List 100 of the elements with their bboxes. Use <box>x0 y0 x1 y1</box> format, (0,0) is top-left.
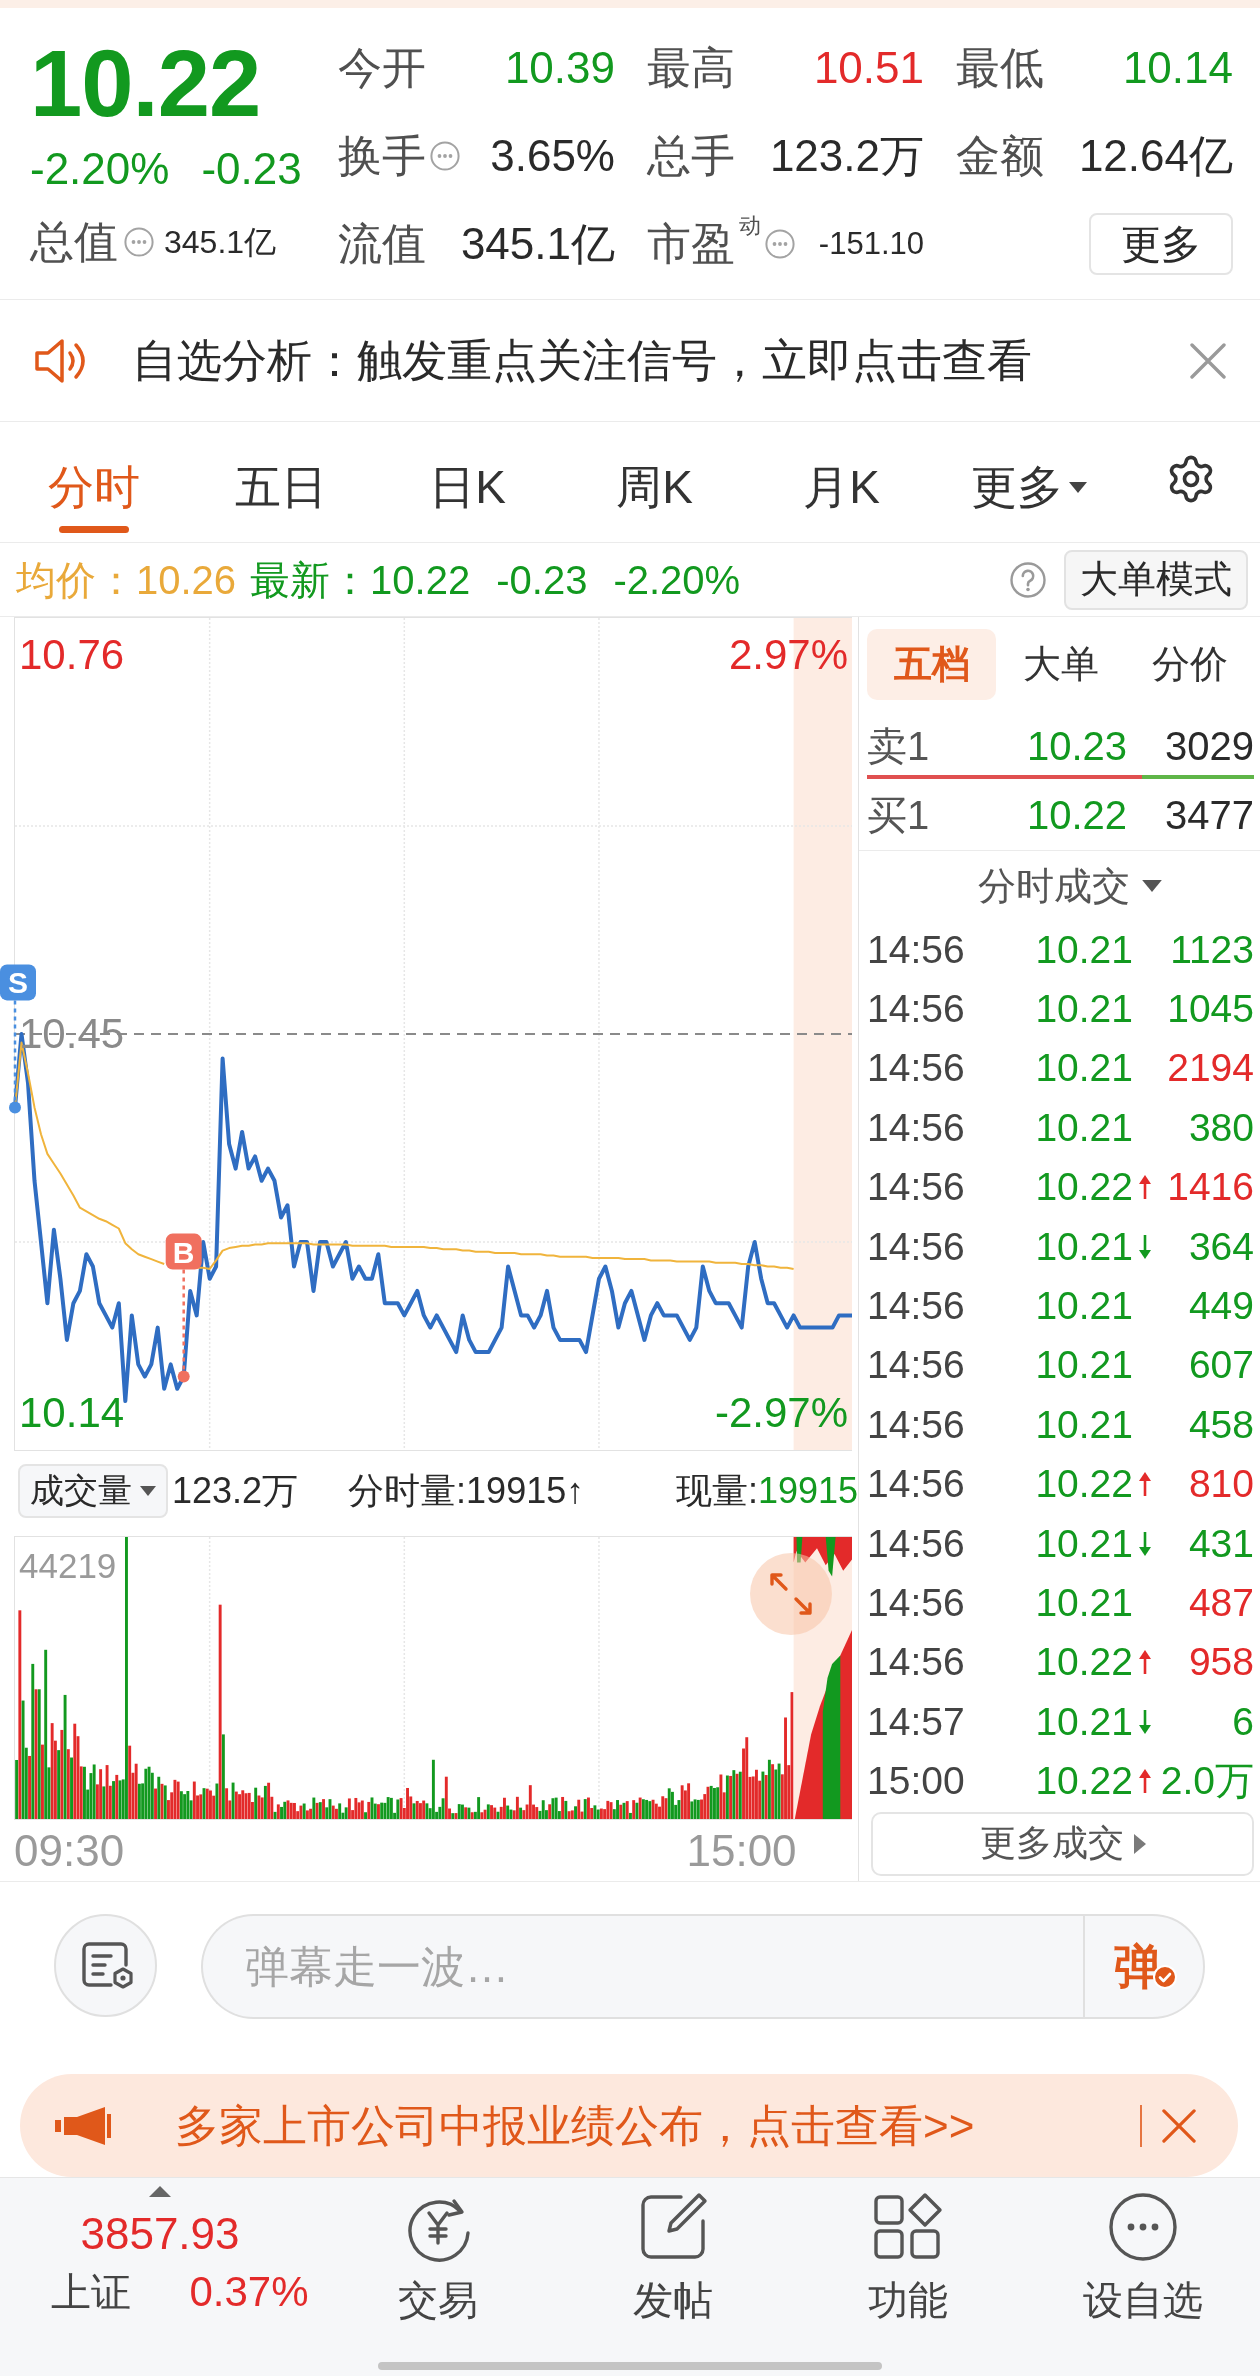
percent-axis-label: 2.97% <box>728 633 848 676</box>
trade-time: 14:56 <box>867 1521 966 1566</box>
expand-icon[interactable] <box>750 1553 832 1635</box>
quote-text: 最新：10.22 <box>250 556 471 603</box>
trade-price: 10.21 <box>1035 1224 1133 1269</box>
trade-price: 10.21 <box>1035 987 1133 1032</box>
nav-item[interactable]: 发帖 <box>632 2191 713 2323</box>
stat-label: 最低 <box>956 43 1044 93</box>
trade-price: 10.21 <box>1035 1581 1133 1625</box>
percent-axis-label: -2.97% <box>714 1392 848 1435</box>
trade-time: 15:00 <box>867 1759 966 1804</box>
trade-volume: 1123 <box>1170 927 1254 972</box>
trade-price: 10.21 <box>1035 1105 1133 1150</box>
time-axis-label: 15:00 <box>686 1827 797 1875</box>
trade-time: 14:56 <box>867 1105 966 1150</box>
volume-selector[interactable]: 成交量 <box>18 1463 168 1518</box>
trade-time: 14:56 <box>867 927 966 972</box>
ellipsis-circle-icon[interactable] <box>430 141 460 171</box>
price-axis-label: 10.45 <box>19 1013 125 1055</box>
trade-volume: 1416 <box>1167 1165 1254 1210</box>
trade-price: 10.22 <box>1035 1759 1133 1804</box>
index-name[interactable]: 上证 <box>51 2269 132 2315</box>
trade-price: 10.21 <box>1035 927 1133 972</box>
ellipsis-circle-icon[interactable] <box>765 229 795 259</box>
close-icon[interactable] <box>1190 342 1226 379</box>
trade-price: 10.22 <box>1035 1640 1133 1685</box>
order-book-tab[interactable]: 大单 <box>996 629 1125 700</box>
stat-label: 总手 <box>647 131 735 181</box>
trades-dropdown[interactable]: 分时成交 <box>977 863 1162 908</box>
document-gear-icon <box>80 1940 135 1991</box>
quote-text: 均价：10.26 <box>16 556 237 603</box>
trade-time: 14:56 <box>867 1581 966 1625</box>
trade-volume: 380 <box>1188 1105 1254 1150</box>
close-icon[interactable] <box>1162 2108 1196 2143</box>
chart-tab[interactable]: 月K <box>803 460 880 533</box>
index-value[interactable]: 3857.93 <box>80 2209 240 2259</box>
chart-tab[interactable]: 五日 <box>234 460 327 533</box>
trade-price: 10.22 <box>1035 1165 1133 1210</box>
trade-volume: 487 <box>1188 1581 1254 1625</box>
chart-tab[interactable]: 更多 <box>970 460 1087 533</box>
stat-value: 10.51 <box>813 43 924 93</box>
caret-down-icon <box>1068 481 1087 493</box>
superscript-label: 动 <box>739 214 761 238</box>
chart-tab[interactable]: 周K <box>616 460 693 533</box>
ellipsis-circle-icon[interactable] <box>124 227 154 257</box>
stat-label: 流值 <box>338 219 426 269</box>
trade-volume: 6 <box>1232 1699 1254 1744</box>
trade-volume: 607 <box>1188 1343 1254 1388</box>
up-arrow-icon <box>1139 1769 1151 1794</box>
send-button[interactable]: 弹 <box>1083 1914 1205 2019</box>
trade-volume: 2194 <box>1167 1046 1254 1091</box>
caret-up-icon <box>149 2186 171 2197</box>
stat-value: 10.39 <box>504 43 615 93</box>
trade-volume: 2.0万 <box>1160 1759 1254 1804</box>
trade-price: 10.21 <box>1035 1521 1133 1566</box>
stat-value: 345.1亿 <box>460 219 615 269</box>
notice-text[interactable]: 自选分析：触发重点关注信号，立即点击查看 <box>132 334 1032 387</box>
more-button[interactable]: 更多 <box>1089 213 1233 275</box>
trade-price: 10.21 <box>1035 1046 1133 1091</box>
chart-tab[interactable]: 日K <box>429 460 506 533</box>
time-axis-label: 09:30 <box>14 1827 125 1875</box>
stat-label: 金额 <box>956 131 1044 181</box>
quote-text: -2.20% <box>613 556 741 603</box>
bid-price: 10.22 <box>1026 791 1127 838</box>
nav-item[interactable]: 交易 <box>397 2191 478 2323</box>
trade-volume: 1045 <box>1167 987 1254 1032</box>
trade-time: 14:57 <box>867 1699 966 1744</box>
volume-total: 123.2万 <box>172 1469 299 1512</box>
nav-item[interactable]: 功能 <box>867 2191 948 2323</box>
caret-down-icon <box>140 1485 156 1496</box>
stat-label: 今开 <box>338 43 426 93</box>
caret-right-icon <box>1133 1833 1146 1854</box>
up-arrow-icon <box>1139 1175 1151 1200</box>
mode-button[interactable]: 大单模式 <box>1064 549 1248 610</box>
trade-volume: 364 <box>1188 1224 1254 1269</box>
stat-value: -151.10 <box>818 226 924 262</box>
chart-tab[interactable]: 分时 <box>47 460 140 533</box>
stat-value: 3.65% <box>490 131 615 181</box>
down-arrow-icon <box>1139 1531 1151 1556</box>
trade-time: 14:56 <box>867 1224 966 1269</box>
index-change[interactable]: 0.37% <box>189 2269 309 2315</box>
comment-field[interactable]: 弹幕走一波… <box>201 1914 1083 2019</box>
order-book-tab[interactable]: 分价 <box>1125 629 1254 700</box>
down-arrow-icon <box>1139 1709 1151 1734</box>
ellipsis-circle-icon <box>1106 2191 1179 2263</box>
trade-volume: 458 <box>1188 1402 1254 1447</box>
ask-price: 10.23 <box>1026 723 1127 769</box>
volume-max-label: 44219 <box>19 1547 117 1585</box>
help-icon[interactable] <box>1010 561 1046 598</box>
trade-time: 14:56 <box>867 987 966 1032</box>
trade-time: 14:56 <box>867 1046 966 1091</box>
trade-price: 10.21 <box>1035 1284 1133 1329</box>
ask-volume: 3029 <box>1165 723 1254 769</box>
trade-volume: 449 <box>1188 1284 1254 1329</box>
nav-item[interactable]: 设自选 <box>1082 2191 1203 2323</box>
up-arrow-icon <box>1139 1472 1151 1497</box>
stat-label: 总值 <box>30 217 118 267</box>
trade-time: 14:56 <box>867 1640 966 1685</box>
period-volume: 分时量:19915↑ <box>348 1469 585 1512</box>
more-trades-button[interactable]: 更多成交 <box>871 1811 1254 1876</box>
